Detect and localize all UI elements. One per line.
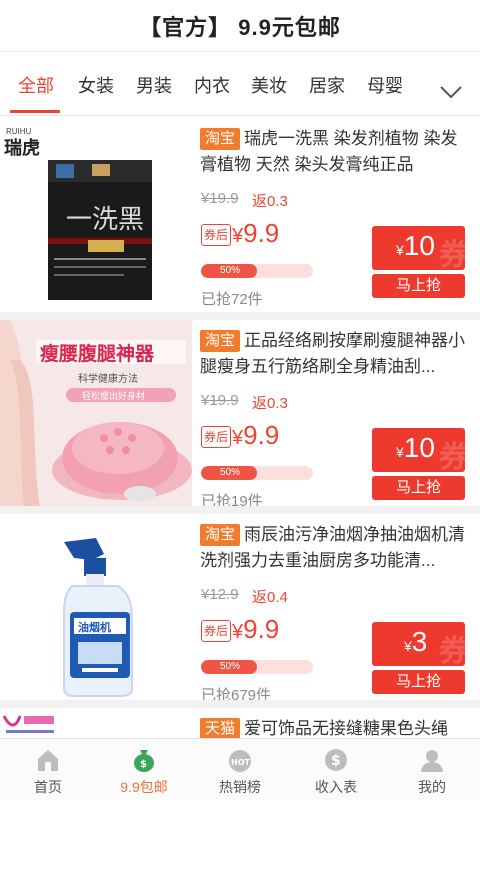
coupon-watermark-icon: 券 [439, 635, 465, 666]
product-image: RUIHU 瑞虎 一洗黑 [0, 118, 192, 306]
svg-text:轻松瘦出好身材: 轻松瘦出好身材 [82, 390, 145, 402]
product-image: 油烟机 [0, 514, 192, 702]
rebate-amount: 返0.3 [252, 193, 288, 210]
coupon-watermark-icon: 券 [439, 239, 465, 270]
tab-baby[interactable]: 母婴 [367, 72, 403, 98]
coupon-amount: ¥3 [404, 626, 428, 657]
price-value: 9.9 [243, 614, 280, 644]
svg-text:一洗黑: 一洗黑 [66, 205, 144, 235]
svg-text:RUIHU: RUIHU [6, 127, 32, 136]
money-bag-icon: $ [134, 750, 154, 772]
app-header: 【官方】 9.9元包邮 [0, 0, 480, 52]
original-price: ¥19.9 [201, 392, 239, 409]
nav-hot-sales[interactable]: HOT 热销榜 [192, 739, 288, 800]
dollar-coin-icon: $ [325, 749, 347, 771]
product-item[interactable]: 爱可饰品无接缝糖果色头绳 天猫 [0, 708, 480, 896]
sales-progress-bar [201, 660, 313, 674]
svg-text:瘦腰腹腿神器: 瘦腰腹腿神器 [40, 342, 155, 365]
progress-label: 50% [220, 265, 241, 276]
hair-dye-box-image: RUIHU 瑞虎 一洗黑 [0, 118, 192, 306]
grab-now-button[interactable]: 马上抢 [372, 476, 465, 500]
svg-text:油烟机: 油烟机 [78, 620, 111, 634]
sales-progress-bar [201, 466, 313, 480]
hot-icon: HOT [229, 750, 251, 772]
product-item[interactable]: 瘦腰腹腿神器 科学健康方法 轻松瘦出好身材 正品经络刷按摩刷瘦腿神器小腿瘦身五行… [0, 320, 480, 510]
coupon-price-tag: 券后 [201, 224, 231, 246]
original-price: ¥12.9 [201, 586, 239, 603]
user-icon [421, 750, 443, 772]
page-title: 【官方】 9.9元包邮 [139, 14, 341, 40]
divider [0, 700, 480, 708]
rebate-amount: 返0.4 [252, 589, 288, 606]
progress-label: 50% [220, 467, 241, 478]
home-icon [38, 750, 58, 771]
coupon-box[interactable]: 券 ¥3 [372, 622, 465, 666]
spray-bottle-image: 油烟机 [0, 514, 192, 702]
active-tab-indicator [10, 110, 60, 113]
bottom-navigation: 首页 $ 9.9包邮 HOT 热销榜 $ 收入表 我的 [0, 738, 480, 800]
tab-home[interactable]: 居家 [309, 72, 345, 98]
tabs-expand-button[interactable] [422, 72, 480, 112]
nav-home[interactable]: 首页 [0, 739, 96, 800]
coupon-box[interactable]: 券 ¥10 [372, 226, 465, 270]
nav-9-9-free-shipping[interactable]: $ 9.9包邮 [96, 739, 192, 800]
tab-underwear[interactable]: 内衣 [194, 72, 230, 98]
tab-all[interactable]: 全部 [18, 72, 54, 98]
chevron-down-icon [440, 86, 462, 99]
product-title[interactable]: 瑞虎一洗黑 染发剂植物 染发膏植物 天然 染头发膏纯正品 [200, 126, 472, 178]
category-tabs: 全部 女装 男装 内衣 美妆 居家 母婴 [0, 52, 480, 116]
platform-badge: 淘宝 [200, 330, 241, 352]
platform-badge: 淘宝 [200, 128, 241, 150]
platform-badge: 淘宝 [200, 524, 241, 546]
tab-womens[interactable]: 女装 [78, 72, 114, 98]
product-image: 瘦腰腹腿神器 科学健康方法 轻松瘦出好身材 [0, 320, 192, 508]
coupon-watermark-icon: 券 [439, 441, 465, 472]
progress-label: 50% [220, 661, 241, 672]
product-title[interactable]: 雨辰油污净油烟净抽油烟机清洗剂强力去重油厨房多功能清... [200, 522, 472, 574]
coupon-amount: ¥10 [396, 230, 435, 261]
price-value: 9.9 [243, 420, 280, 450]
divider [0, 506, 480, 514]
svg-text:瑞虎: 瑞虎 [4, 137, 40, 159]
grab-now-button[interactable]: 马上抢 [372, 670, 465, 694]
original-price: ¥19.9 [201, 190, 239, 207]
nav-mine[interactable]: 我的 [384, 739, 480, 800]
final-price: ¥9.9 [232, 218, 280, 248]
svg-text:$: $ [331, 753, 341, 769]
product-item[interactable]: 油烟机 雨辰油污净油烟净抽油烟机清洗剂强力去重油厨房多功能清... 淘宝 ¥12… [0, 514, 480, 704]
coupon-price-tag: 券后 [201, 620, 231, 642]
svg-text:科学健康方法: 科学健康方法 [78, 372, 138, 385]
price-value: 9.9 [243, 218, 280, 248]
massage-brush-image: 瘦腰腹腿神器 科学健康方法 轻松瘦出好身材 [0, 320, 192, 508]
tab-mens[interactable]: 男装 [136, 72, 172, 98]
svg-text:$: $ [140, 759, 147, 770]
nav-income[interactable]: $ 收入表 [288, 739, 384, 800]
product-title[interactable]: 正品经络刷按摩刷瘦腿神器小腿瘦身五行筋络刷全身精油刮... [200, 328, 472, 380]
coupon-price-tag: 券后 [201, 426, 231, 448]
grab-now-button[interactable]: 马上抢 [372, 274, 465, 298]
tab-beauty[interactable]: 美妆 [251, 72, 287, 98]
svg-text:HOT: HOT [231, 758, 250, 767]
sold-count: 已抢72件 [201, 291, 263, 308]
coupon-box[interactable]: 券 ¥10 [372, 428, 465, 472]
product-image [0, 708, 192, 896]
platform-badge: 天猫 [200, 718, 241, 740]
coupon-amount: ¥10 [396, 432, 435, 463]
final-price: ¥9.9 [232, 420, 280, 450]
final-price: ¥9.9 [232, 614, 280, 644]
divider [0, 312, 480, 320]
product-item[interactable]: RUIHU 瑞虎 一洗黑 瑞虎一洗黑 染发剂植物 染发膏植物 天然 染头发膏纯正… [0, 118, 480, 308]
sales-progress-bar [201, 264, 313, 278]
rebate-amount: 返0.3 [252, 395, 288, 412]
